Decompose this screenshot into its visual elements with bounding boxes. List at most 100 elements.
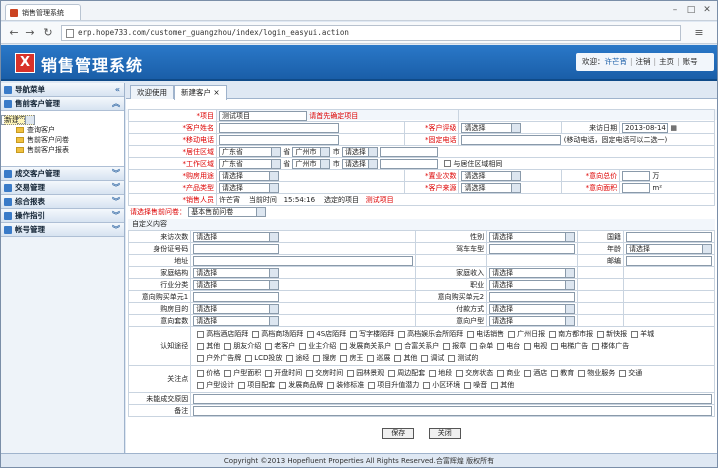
field-select[interactable]: 请选择 [489,279,576,290]
home-district-select[interactable]: 请选择 [341,146,378,157]
option-checkbox[interactable] [467,330,475,338]
close-window-icon[interactable]: ✕ [701,5,713,16]
home-link[interactable]: 主页 [659,57,674,66]
home-address-input[interactable] [380,146,439,157]
field-input[interactable] [489,243,576,254]
work-district-select[interactable]: 请选择 [341,158,378,169]
option-checkbox[interactable] [197,354,205,362]
option-checkbox[interactable] [238,381,246,389]
field-select[interactable]: 请选择 [489,303,576,314]
price-input[interactable] [622,170,651,181]
purpose-select[interactable]: 请选择 [219,170,279,181]
tab-new-customer[interactable]: 新建客户 × [174,85,227,100]
sidebar-item-report[interactable]: 售前客户报表 [1,145,124,155]
option-checkbox[interactable] [464,381,472,389]
option-checkbox[interactable] [224,342,232,350]
note-input[interactable] [193,405,712,416]
area-input[interactable] [622,182,651,193]
product-select[interactable]: 请选择 [219,182,279,193]
option-checkbox[interactable] [197,369,205,377]
sidebar-item-new-customer[interactable]: 新建客户 [1,115,35,125]
mobile-input[interactable] [219,134,339,145]
option-checkbox[interactable] [368,381,376,389]
sidebar-item-query-customer[interactable]: 查询客户 [1,125,124,135]
back-icon[interactable]: ← [7,26,21,40]
sidebar-group-presale[interactable]: 售前客户管理 ︽ [1,97,124,111]
visit-date-input[interactable]: 2013-08-14 [622,122,669,133]
forward-icon[interactable]: → [23,26,37,40]
field-select[interactable]: 请选择 [489,267,576,278]
option-checkbox[interactable] [551,369,559,377]
option-checkbox[interactable] [307,330,315,338]
source-select[interactable]: 请选择 [461,182,522,193]
sidebar-group-trade[interactable]: 交易管理 ︾ [1,181,124,195]
browser-tab[interactable]: 销售管理系统 [5,4,81,20]
field-select[interactable]: 请选择 [193,303,280,314]
survey-select[interactable]: 基本售前问卷 [188,207,267,217]
option-checkbox[interactable] [443,342,451,350]
option-checkbox[interactable] [631,330,639,338]
option-checkbox[interactable] [327,381,335,389]
option-checkbox[interactable] [286,354,294,362]
option-checkbox[interactable] [279,381,287,389]
field-select[interactable]: 请选择 [193,231,280,242]
reason-input[interactable] [193,393,712,404]
home-province-select[interactable]: 广东省 [219,146,281,157]
field-input[interactable] [193,291,280,302]
option-checkbox[interactable] [491,381,499,389]
option-checkbox[interactable] [421,354,429,362]
option-checkbox[interactable] [388,369,396,377]
option-checkbox[interactable] [619,369,627,377]
close-button[interactable]: 关闭 [428,428,461,439]
name-input[interactable] [219,122,339,133]
reload-icon[interactable]: ↻ [41,26,55,40]
option-checkbox[interactable] [197,342,205,350]
work-province-select[interactable]: 广东省 [219,158,281,169]
maximize-icon[interactable]: □ [685,5,697,16]
option-checkbox[interactable] [306,369,314,377]
option-checkbox[interactable] [524,342,532,350]
rating-select[interactable]: 请选择 [461,122,522,133]
option-checkbox[interactable] [549,330,557,338]
nav-menu-header[interactable]: 导航菜单 « [1,83,124,97]
field-input[interactable] [489,291,576,302]
field-select[interactable]: 请选择 [489,315,576,326]
same-area-checkbox[interactable] [444,160,452,167]
option-checkbox[interactable] [423,381,431,389]
calendar-icon[interactable]: ▦ [670,124,677,132]
phone-input[interactable] [461,134,562,145]
option-checkbox[interactable] [578,369,586,377]
field-input[interactable] [193,243,280,254]
field-select[interactable]: 请选择 [193,315,280,326]
sidebar-group-deal[interactable]: 成交客户管理 ︾ [1,167,124,181]
work-address-input[interactable] [380,158,439,169]
option-checkbox[interactable] [395,342,403,350]
option-checkbox[interactable] [197,381,205,389]
option-checkbox[interactable] [456,369,464,377]
option-checkbox[interactable] [398,330,406,338]
option-checkbox[interactable] [429,369,437,377]
option-checkbox[interactable] [470,342,478,350]
home-city-select[interactable]: 广州市 [292,146,331,157]
option-checkbox[interactable] [350,330,358,338]
option-checkbox[interactable] [597,330,605,338]
option-checkbox[interactable] [524,369,532,377]
option-checkbox[interactable] [299,342,307,350]
field-select[interactable]: 请选择 [489,231,576,242]
option-checkbox[interactable] [508,330,516,338]
logout-link[interactable]: 注销 [636,57,651,66]
field-input[interactable] [626,231,712,242]
option-checkbox[interactable] [347,369,355,377]
option-checkbox[interactable] [497,342,505,350]
project-input[interactable]: 测试项目 [219,110,307,121]
work-city-select[interactable]: 广州市 [292,158,331,169]
option-checkbox[interactable] [340,342,348,350]
sidebar-group-report[interactable]: 综合报表 ︾ [1,195,124,209]
visits-select[interactable]: 请选择 [461,170,522,181]
option-checkbox[interactable] [313,354,321,362]
sidebar-group-guide[interactable]: 操作指引 ︾ [1,209,124,223]
account-link[interactable]: 账号 [683,57,698,66]
option-checkbox[interactable] [448,354,456,362]
field-input[interactable] [193,255,414,266]
option-checkbox[interactable] [265,369,273,377]
